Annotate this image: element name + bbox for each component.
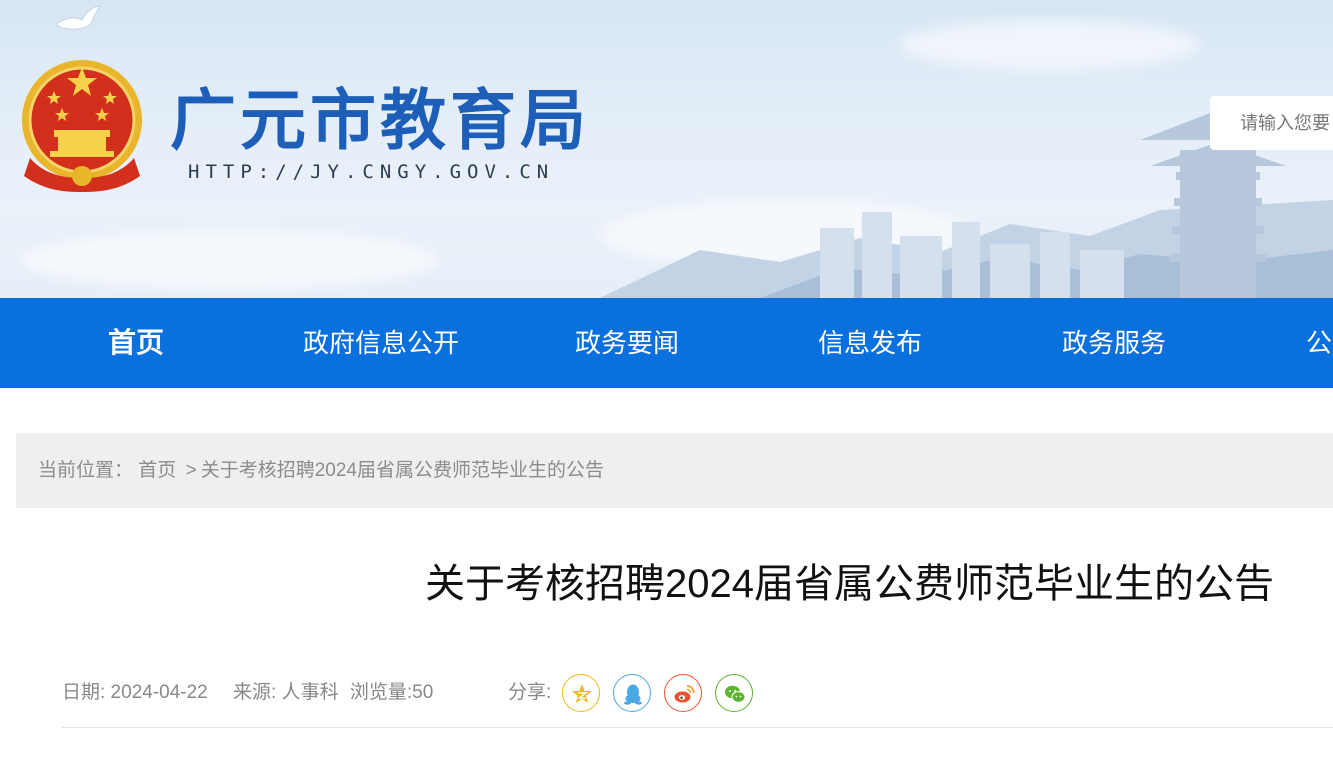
share-qq-button[interactable] — [613, 674, 651, 712]
nav-item-gov-info-disclosure[interactable]: 政府信息公开 — [303, 298, 459, 388]
site-url: HTTP://JY.CNGY.GOV.CN — [188, 161, 555, 183]
main-nav: 首页 政府信息公开 政务要闻 信息发布 政务服务 公 — [0, 298, 1333, 388]
share-qzone-button[interactable] — [562, 674, 600, 712]
nav-item-home[interactable]: 首页 — [108, 298, 164, 388]
article-date: 日期: 2024-04-22 — [62, 682, 208, 703]
breadcrumb-text: 当前位置： 首页 > 关于考核招聘2024届省属公费师范毕业生的公告 — [38, 433, 604, 508]
nav-item-info-release[interactable]: 信息发布 — [818, 298, 922, 388]
nav-item-gov-services[interactable]: 政务服务 — [1062, 298, 1166, 388]
share-label: 分享: — [508, 682, 552, 703]
qzone-star-icon — [572, 684, 592, 703]
nav-item-gov-news[interactable]: 政务要闻 — [575, 298, 679, 388]
article-views: 浏览量:50 — [349, 682, 434, 703]
site-title: 广元市教育局 — [170, 81, 590, 159]
breadcrumb-home-link[interactable]: 首页 — [138, 460, 176, 481]
national-emblem-icon — [22, 60, 142, 192]
article-title: 关于考核招聘2024届省属公费师范毕业生的公告 — [425, 562, 1274, 606]
meta-divider — [62, 727, 1333, 728]
weibo-icon — [674, 685, 695, 703]
article-source: 来源: 人事科 — [233, 682, 339, 703]
nav-item-public-truncated[interactable]: 公 — [1306, 298, 1332, 388]
article-meta: 日期: 2024-04-22 来源: 人事科 浏览量:50 — [62, 674, 433, 712]
breadcrumb-current: 关于考核招聘2024届省属公费师范毕业生的公告 — [200, 460, 604, 481]
share-weibo-button[interactable] — [664, 674, 702, 712]
share-wechat-button[interactable] — [715, 674, 753, 712]
breadcrumb: 当前位置： 首页 > 关于考核招聘2024届省属公费师范毕业生的公告 — [16, 433, 1333, 508]
dove-icon — [55, 5, 102, 30]
header-banner: 广元市教育局 HTTP://JY.CNGY.GOV.CN — [0, 0, 1333, 298]
breadcrumb-separator: > — [185, 460, 197, 481]
breadcrumb-prefix: 当前位置： — [38, 460, 134, 481]
search-input[interactable] — [1210, 96, 1333, 150]
wechat-icon — [725, 685, 746, 703]
qq-penguin-icon — [624, 684, 642, 705]
